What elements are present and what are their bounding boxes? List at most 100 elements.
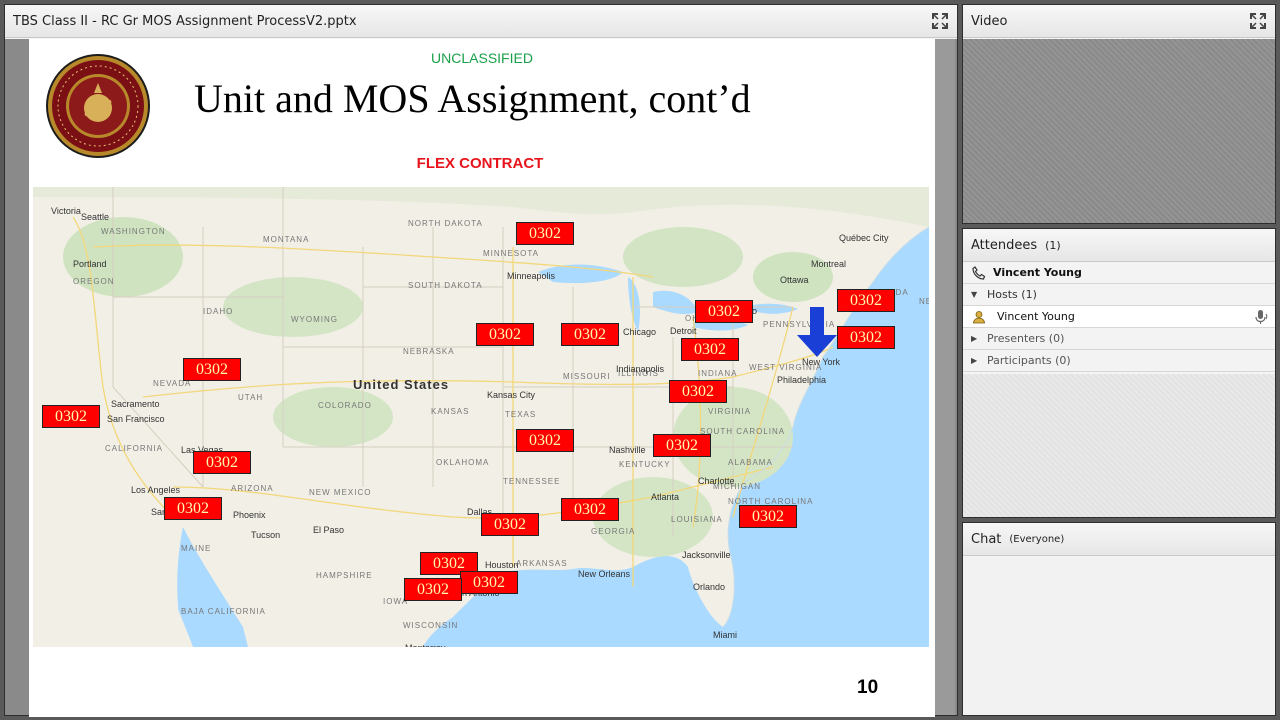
state-label: IDAHO [203,307,234,316]
city-label: Tucson [251,530,281,540]
mos-marker: 0302 [561,323,619,346]
city-label: Ottawa [780,275,809,285]
city-label: Monterrey [405,643,446,647]
mos-marker: 0302 [561,498,619,521]
participants-label: Participants (0) [987,354,1071,367]
participants-group[interactable]: ▶ Participants (0) [963,350,1275,372]
slide-page-number: 10 [857,677,879,698]
state-label: SOUTH DAKOTA [408,281,483,290]
hosts-label: Hosts (1) [987,288,1037,301]
attendee-pod: Attendees (1) Vincent Young ▼ Hosts (1) … [962,228,1276,518]
state-label: UTAH [238,393,264,402]
state-label: WASHINGTON [101,227,166,236]
state-label: NORTH DAKOTA [408,219,483,228]
state-label: ARIZONA [231,484,274,493]
state-label: HAMPSHIRE [316,571,373,580]
mos-marker: 0302 [653,434,711,457]
slide-subtitle: FLEX CONTRACT [416,155,544,172]
mos-marker: 0302 [837,326,895,349]
mos-marker: 0302 [739,505,797,528]
share-scrollbar[interactable] [935,39,955,715]
city-label: Québec City [839,233,889,243]
state-label: COLORADO [318,401,372,410]
state-label: NEW YORK [919,297,929,306]
state-label: KENTUCKY [619,460,671,469]
state-label: NEW MEXICO [309,488,372,497]
mos-marker: 0302 [42,405,100,428]
city-label: Houston [485,560,519,570]
state-label: OKLAHOMA [436,458,490,467]
attendee-pod-header: Attendees (1) [963,229,1275,262]
city-label: Minneapolis [507,271,556,281]
phone-attendee-name: Vincent Young [993,266,1082,279]
chat-scope[interactable]: (Everyone) [1009,534,1064,545]
state-label: KANSAS [431,407,470,416]
city-label: Nashville [609,445,646,455]
state-label: MONTANA [263,235,310,244]
state-label: ARKANSAS [516,559,568,568]
city-label: Indianapolis [616,364,665,374]
state-label: INDIANA [698,369,738,378]
city-label: New Orleans [578,569,631,579]
host-attendee-row[interactable]: Vincent Young [963,306,1275,328]
collapsed-triangle-icon: ▶ [971,356,978,365]
state-label: NEBRASKA [403,347,455,356]
city-label: Seattle [81,212,110,222]
mos-marker: 0302 [695,300,753,323]
attendee-pod-title: Attendees [971,237,1038,253]
state-label: WYOMING [291,315,338,324]
mos-marker: 0302 [481,513,539,536]
collapsed-triangle-icon: ▶ [971,334,978,343]
share-pod-header: TBS Class II - RC Gr MOS Assignment Proc… [5,5,957,38]
share-pod-title: TBS Class II - RC Gr MOS Assignment Proc… [13,13,357,29]
mos-marker: 0302 [837,289,895,312]
state-label: TENNESSEE [503,477,561,486]
host-name: Vincent Young [997,310,1075,323]
new-york-arrow-icon [797,307,837,357]
city-label: Detroit [670,326,697,336]
state-label: WISCONSIN [403,621,459,630]
city-label: Portland [73,259,107,269]
us-map: United States WASHINGTON MONTANA NORTH DAKO… [33,187,929,647]
host-user-icon [971,309,987,325]
chat-pod-header: Chat (Everyone) [963,523,1275,556]
state-label: OREGON [73,277,115,286]
city-label: Miami [713,630,737,640]
city-label: Phoenix [233,510,266,520]
state-label: MISSOURI [563,372,611,381]
state-label: VIRGINIA [708,407,752,416]
city-label: Los Angeles [131,485,181,495]
state-label: BAJA CALIFORNIA [181,607,266,616]
fullscreen-icon[interactable] [931,12,949,30]
slide-title: Unit and MOS Assignment, cont’d [194,76,751,121]
fullscreen-icon[interactable] [1249,12,1267,30]
city-label: Victoria [51,206,81,216]
state-label: CALIFORNIA [105,444,164,453]
phone-attendee-row[interactable]: Vincent Young [963,262,1275,284]
mos-marker: 0302 [669,380,727,403]
city-label: El Paso [313,525,345,535]
share-pod: TBS Class II - RC Gr MOS Assignment Proc… [4,4,958,717]
chat-pod: Chat (Everyone) [962,522,1276,716]
phone-icon [971,265,987,281]
mos-marker: 0302 [516,429,574,452]
video-pod-header: Video [963,5,1275,38]
city-label: Atlanta [651,492,680,502]
state-label: SOUTH CAROLINA [700,427,786,436]
mos-marker: 0302 [516,222,574,245]
state-label: LOUISIANA [671,515,723,524]
city-label: Philadelphia [777,375,827,385]
classification-banner: UNCLASSIFIED [431,50,533,66]
city-label: Sacramento [111,399,160,409]
city-label: Jacksonville [682,550,731,560]
city-label: Charlotte [698,476,735,486]
hosts-group[interactable]: ▼ Hosts (1) [963,284,1275,306]
mos-marker: 0302 [404,578,462,601]
state-label: MAINE [181,544,212,553]
adobe-connect-meeting: TBS Class II - RC Gr MOS Assignment Proc… [0,0,1280,720]
video-area [963,39,1275,223]
mos-marker: 0302 [183,358,241,381]
presenters-group[interactable]: ▶ Presenters (0) [963,328,1275,350]
state-label: ALABAMA [728,458,773,467]
chat-pod-title: Chat [971,531,1002,547]
